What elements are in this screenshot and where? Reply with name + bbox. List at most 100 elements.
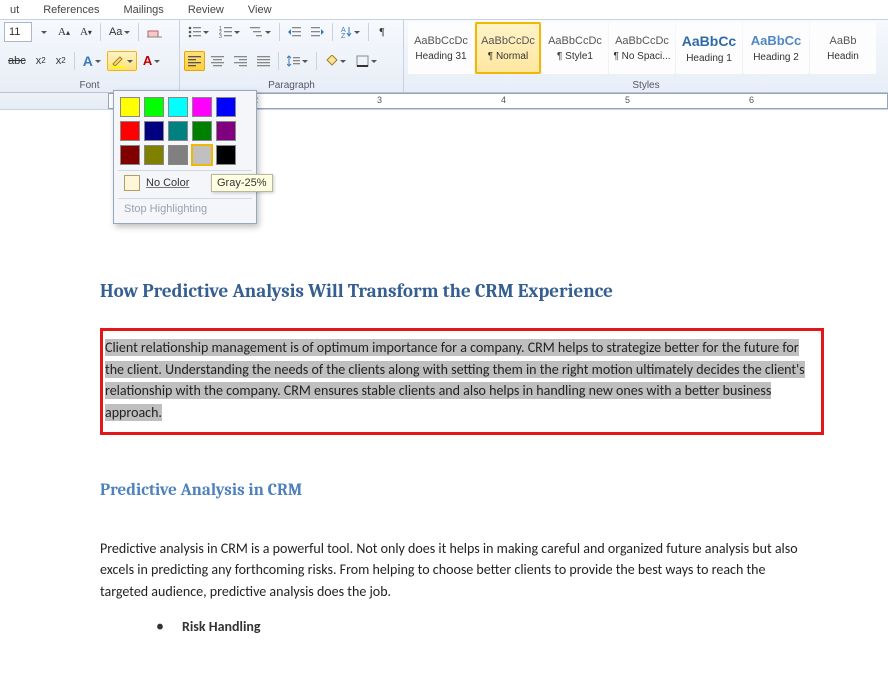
- svg-text:3: 3: [219, 34, 222, 38]
- font-size-input[interactable]: 11: [4, 22, 32, 42]
- align-center-button[interactable]: [207, 51, 228, 71]
- highlight-swatch[interactable]: [120, 145, 140, 165]
- style-sample: AaBbCc: [682, 33, 736, 49]
- numbering-icon: 123: [219, 26, 232, 38]
- highlight-swatch-grid: [118, 95, 252, 167]
- borders-icon: [356, 55, 369, 67]
- justify-icon: [257, 55, 270, 67]
- highlight-swatch[interactable]: [168, 97, 188, 117]
- style-label: Heading 1: [686, 53, 732, 64]
- highlight-color-dropdown: No Color Stop Highlighting: [113, 90, 257, 224]
- highlight-swatch[interactable]: [120, 97, 140, 117]
- stop-highlighting-item[interactable]: Stop Highlighting: [118, 198, 252, 219]
- highlight-swatch[interactable]: [168, 121, 188, 141]
- highlight-swatch[interactable]: [120, 121, 140, 141]
- highlight-swatch[interactable]: [168, 145, 188, 165]
- style-tile-heading-2[interactable]: AaBbCcHeading 2: [743, 22, 809, 74]
- highlight-swatch[interactable]: [144, 97, 164, 117]
- tab-review[interactable]: Review: [178, 2, 234, 19]
- align-right-button[interactable]: [230, 51, 251, 71]
- change-case-button[interactable]: Aa: [105, 22, 134, 42]
- font-size-dropdown[interactable]: [34, 22, 52, 42]
- style-label: ¶ Style1: [557, 51, 593, 62]
- highlight-swatch[interactable]: [192, 121, 212, 141]
- highlight-swatch[interactable]: [216, 145, 236, 165]
- multilevel-icon: [250, 26, 263, 38]
- multilevel-list-button[interactable]: [246, 22, 275, 42]
- style-tile---normal[interactable]: AaBbCcDc ¶ Normal: [475, 22, 541, 74]
- style-tile---style1[interactable]: AaBbCcDc ¶ Style1: [542, 22, 608, 74]
- styles-gallery[interactable]: AaBbCcDcHeading 31AaBbCcDc¶ NormalAaBbCc…: [408, 22, 884, 74]
- style-sample: AaBbCcDc: [548, 35, 602, 47]
- ribbon-tabs: ut References Mailings Review View: [0, 0, 888, 19]
- shrink-font-button[interactable]: A▾: [76, 22, 96, 42]
- highlight-swatch[interactable]: [216, 97, 236, 117]
- show-hide-button[interactable]: ¶: [373, 22, 391, 42]
- eraser-icon: [147, 25, 162, 39]
- bullets-icon: [188, 26, 201, 38]
- group-styles: AaBbCcDcHeading 31AaBbCcDc¶ NormalAaBbCc…: [404, 20, 888, 92]
- no-color-label: No Color: [146, 177, 189, 189]
- increase-indent-button[interactable]: [307, 22, 328, 42]
- highlight-swatch[interactable]: [144, 145, 164, 165]
- ruler-number: 6: [749, 95, 754, 105]
- highlighted-paragraph[interactable]: Client relationship management is of opt…: [105, 339, 805, 421]
- strikethrough-button[interactable]: abc: [4, 51, 30, 71]
- style-tile-headin[interactable]: AaBbHeadin: [810, 22, 876, 74]
- style-tile-heading-31[interactable]: AaBbCcDc Heading 31: [408, 22, 474, 74]
- style-tile-heading-1[interactable]: AaBbCc Heading 1: [676, 22, 742, 74]
- numbering-button[interactable]: 123: [215, 22, 244, 42]
- style-label: Heading 31: [415, 51, 466, 62]
- clear-formatting-button[interactable]: [143, 22, 166, 42]
- sort-icon: AZ: [341, 26, 352, 38]
- sort-button[interactable]: AZ: [337, 22, 364, 42]
- decrease-indent-button[interactable]: [284, 22, 305, 42]
- justify-button[interactable]: [253, 51, 274, 71]
- ribbon: 11 A▴ A▾ Aa abc x2 x2 A A Font: [0, 19, 888, 93]
- style-sample: AaBbCcDc: [615, 35, 669, 47]
- tab-layout[interactable]: ut: [0, 2, 29, 19]
- tab-view[interactable]: View: [238, 2, 282, 19]
- ruler-number: 3: [377, 95, 382, 105]
- outdent-icon: [288, 26, 301, 38]
- highlight-swatch[interactable]: [192, 97, 212, 117]
- highlight-swatch[interactable]: [216, 121, 236, 141]
- tab-mailings[interactable]: Mailings: [113, 2, 173, 19]
- svg-text:Z: Z: [341, 33, 346, 38]
- document-area[interactable]: How Predictive Analysis Will Transform t…: [0, 280, 888, 676]
- highlight-swatch[interactable]: [144, 121, 164, 141]
- style-sample: AaBbCcDc: [481, 35, 535, 47]
- style-label: Heading 2: [753, 52, 799, 63]
- font-color-button[interactable]: A: [139, 51, 164, 71]
- tab-references[interactable]: References: [33, 2, 109, 19]
- style-tile---no-spaci---[interactable]: AaBbCcDc ¶ No Spaci...: [609, 22, 675, 74]
- align-center-icon: [211, 55, 224, 67]
- highlight-color-button[interactable]: [107, 51, 137, 71]
- ruler-number: 5: [625, 95, 630, 105]
- grow-font-button[interactable]: A▴: [54, 22, 74, 42]
- style-label: ¶ Normal: [488, 51, 528, 62]
- align-left-button[interactable]: [184, 51, 205, 71]
- style-label: ¶ No Spaci...: [613, 51, 670, 62]
- stop-highlighting-label: Stop Highlighting: [124, 203, 207, 215]
- text-effects-button[interactable]: A: [79, 51, 105, 71]
- highlighter-icon: [111, 54, 125, 68]
- subscript-button[interactable]: x2: [32, 51, 50, 71]
- group-font: 11 A▴ A▾ Aa abc x2 x2 A A Font: [0, 20, 180, 92]
- paragraph-2: Predictive analysis in CRM is a powerful…: [100, 538, 800, 603]
- paint-bucket-icon: [325, 55, 338, 67]
- doc-title: How Predictive Analysis Will Transform t…: [100, 280, 844, 302]
- bullets-button[interactable]: [184, 22, 213, 42]
- bullet-risk-handling: Risk Handling: [156, 617, 844, 636]
- styles-group-label: Styles: [408, 79, 884, 91]
- line-spacing-button[interactable]: [283, 51, 312, 71]
- highlight-swatch[interactable]: [192, 145, 212, 165]
- line-spacing-icon: [287, 55, 300, 67]
- superscript-button[interactable]: x2: [52, 51, 70, 71]
- ruler-number: 4: [501, 95, 506, 105]
- borders-button[interactable]: [352, 51, 381, 71]
- style-sample: AaBbCcDc: [414, 35, 468, 47]
- shading-button[interactable]: [321, 51, 350, 71]
- color-tooltip: Gray-25%: [211, 174, 273, 192]
- style-label: Headin: [827, 51, 859, 62]
